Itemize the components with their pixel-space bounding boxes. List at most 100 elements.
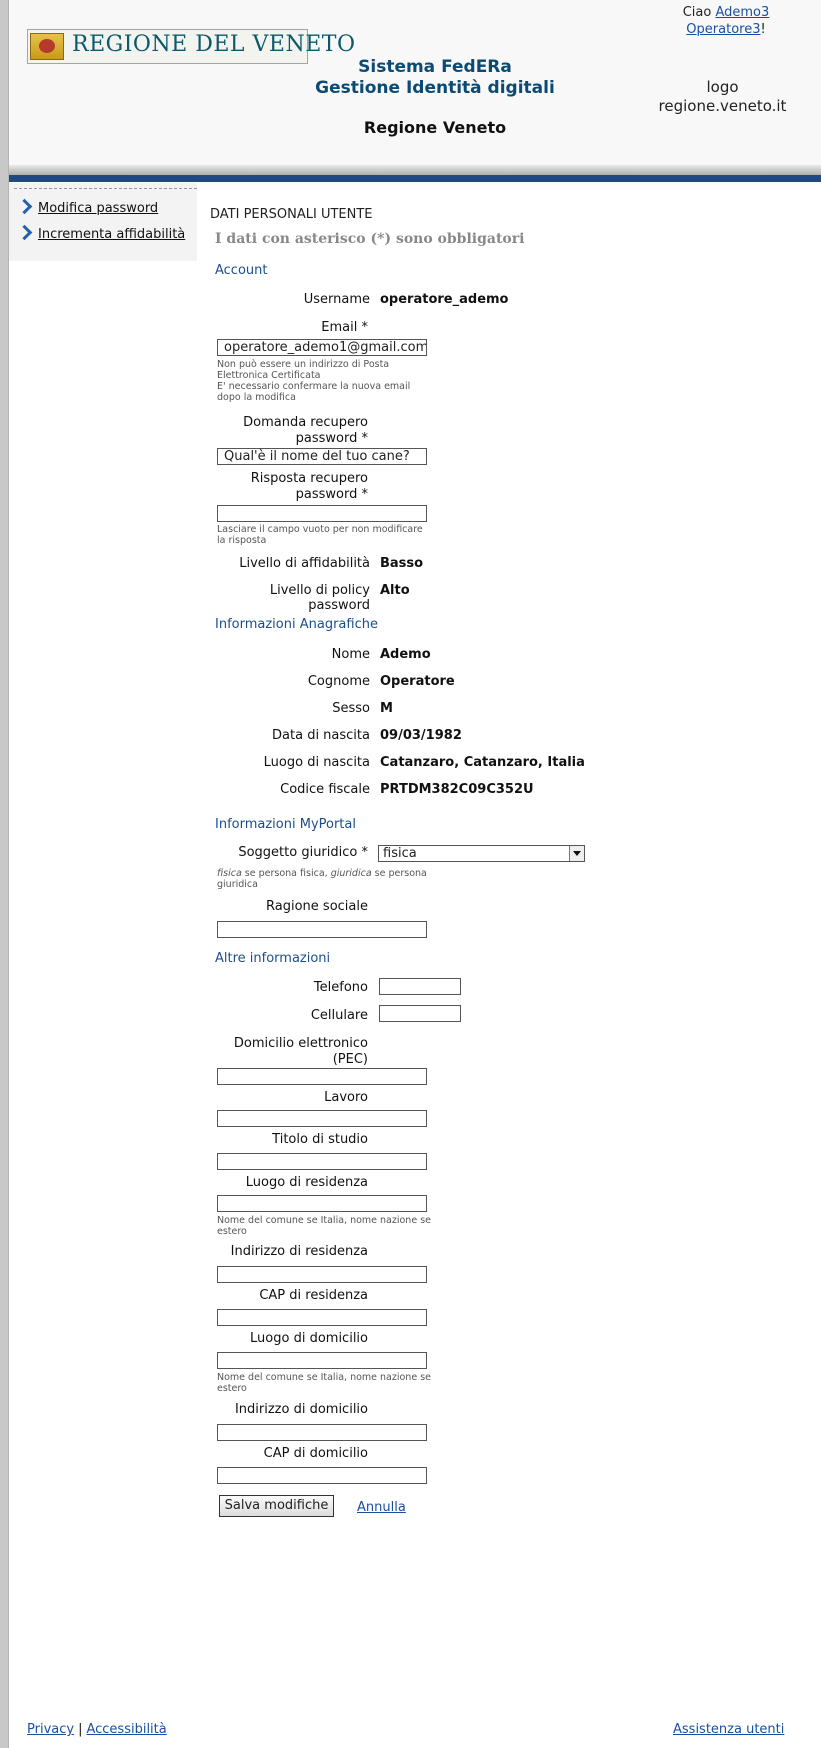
- study-title-label: Titolo di studio: [272, 1132, 368, 1147]
- domicile-address-label: Indirizzo di domicilio: [234, 1402, 368, 1417]
- security-question-label: Domanda recupero password *: [215, 415, 368, 447]
- mobile-label: Cellulare: [310, 1008, 368, 1023]
- form-heading: DATI PERSONALI UTENTE: [210, 207, 373, 222]
- sex-label: Sesso: [332, 701, 370, 716]
- hint-giuridica: giuridica: [330, 868, 372, 879]
- company-name-field[interactable]: [217, 921, 427, 938]
- company-name-label: Ragione sociale: [266, 899, 368, 914]
- site-logo-placeholder: logo regione.veneto.it: [625, 78, 820, 116]
- header-blue-bar: [9, 175, 821, 182]
- sidebar-item-incrementa-affidabilita[interactable]: Incrementa affidabilità: [16, 224, 185, 242]
- security-answer-hint: Lasciare il campo vuoto per non modifica…: [217, 524, 423, 546]
- last-name-label: Cognome: [307, 674, 370, 689]
- tax-code-value: PRTDM382C09C352U: [380, 782, 534, 797]
- left-frame-border: [0, 0, 8, 1748]
- residence-address-field[interactable]: [217, 1266, 427, 1283]
- section-other-info: Altre informazioni: [215, 951, 331, 966]
- sidebar: [9, 183, 197, 261]
- security-answer-label-line1: Risposta recupero: [250, 471, 368, 486]
- site-logo-line1: logo: [706, 78, 739, 96]
- pec-label-line2: (PEC): [332, 1052, 368, 1067]
- legal-subject-select[interactable]: fisica: [378, 845, 585, 862]
- system-title-line1: Sistema FedERa: [358, 57, 512, 77]
- cancel-link[interactable]: Annulla: [357, 1500, 406, 1515]
- residence-place-label: Luogo di residenza: [245, 1175, 368, 1190]
- security-question-label-line2: password *: [295, 431, 368, 446]
- section-registry: Informazioni Anagrafiche: [215, 617, 378, 632]
- email-hint-line2: E' necessario confermare la nuova email …: [217, 381, 411, 403]
- email-field[interactable]: operatore_ademo1@gmail.com: [217, 339, 427, 356]
- greeting-suffix: !: [760, 22, 766, 37]
- security-answer-label: Risposta recupero password *: [215, 471, 368, 503]
- birth-place-label: Luogo di nascita: [263, 755, 370, 770]
- residence-address-label: Indirizzo di residenza: [230, 1244, 368, 1259]
- user-greeting: Ciao Ademo3 Operatore3!: [676, 4, 776, 38]
- legal-subject-selected: fisica: [383, 846, 417, 861]
- logo-text: REGIONE DEL VENETO: [72, 32, 356, 57]
- domicile-place-hint: Nome del comune se Italia, nome nazione …: [217, 1372, 431, 1394]
- legal-subject-hint: fisica se persona fisica, giuridica se p…: [217, 868, 432, 890]
- hint-fisica: fisica: [217, 868, 242, 879]
- email-hint: Non può essere un indirizzo di Posta Ele…: [217, 359, 432, 403]
- header-gray-bar: [9, 165, 821, 175]
- tax-code-label: Codice fiscale: [280, 782, 370, 797]
- left-frame-line: [8, 0, 9, 1748]
- section-account: Account: [215, 263, 268, 278]
- domicile-address-field[interactable]: [217, 1424, 427, 1441]
- security-answer-label-line2: password *: [295, 487, 368, 502]
- sidebar-link[interactable]: Incrementa affidabilità: [38, 227, 185, 242]
- accessibility-link[interactable]: Accessibilità: [86, 1722, 166, 1737]
- username-value: operatore_ademo: [380, 292, 509, 307]
- support-link[interactable]: Assistenza utenti: [673, 1722, 784, 1737]
- required-note: I dati con asterisco (*) sono obbligator…: [215, 231, 525, 247]
- support-link-wrap: Assistenza utenti: [673, 1722, 784, 1737]
- password-policy-label: Livello di policy password: [269, 583, 370, 613]
- chevron-down-icon[interactable]: [569, 846, 584, 861]
- last-name-value: Operatore: [380, 674, 455, 689]
- pec-field[interactable]: [217, 1068, 427, 1085]
- site-logo-line2: regione.veneto.it: [658, 97, 787, 115]
- residence-cap-field[interactable]: [217, 1309, 427, 1326]
- first-name-label: Nome: [331, 647, 370, 662]
- job-label: Lavoro: [324, 1090, 368, 1105]
- hint-fisica-text: se persona fisica,: [241, 868, 331, 879]
- footer-links: Privacy | Accessibilità: [27, 1722, 167, 1737]
- birth-date-label: Data di nascita: [272, 728, 370, 743]
- phone-field[interactable]: [379, 978, 461, 995]
- email-hint-line1: Non può essere un indirizzo di Posta Ele…: [217, 359, 390, 381]
- save-button[interactable]: Salva modifiche: [219, 1495, 334, 1517]
- sidebar-divider: [14, 188, 197, 189]
- pec-label: Domicilio elettronico (PEC): [215, 1036, 368, 1068]
- phone-label: Telefono: [313, 980, 368, 995]
- arrow-icon: [16, 198, 33, 215]
- sidebar-item-modifica-password[interactable]: Modifica password: [16, 198, 158, 216]
- birth-date-value: 09/03/1982: [380, 728, 462, 743]
- system-title-line2: Gestione Identità digitali: [315, 78, 555, 98]
- residence-place-field[interactable]: [217, 1195, 427, 1212]
- user-last-name-link[interactable]: Operatore3: [686, 22, 760, 37]
- pec-label-line1: Domicilio elettronico: [233, 1036, 368, 1051]
- crest-icon: [30, 33, 64, 60]
- sidebar-link[interactable]: Modifica password: [38, 201, 158, 216]
- arrow-icon: [16, 224, 33, 241]
- domicile-cap-field[interactable]: [217, 1467, 427, 1484]
- username-label: Username: [303, 292, 370, 307]
- study-title-field[interactable]: [217, 1153, 427, 1170]
- birth-place-value: Catanzaro, Catanzaro, Italia: [380, 755, 585, 770]
- domicile-place-field[interactable]: [217, 1352, 427, 1369]
- job-field[interactable]: [217, 1110, 427, 1127]
- footer-separator: |: [78, 1722, 83, 1737]
- regione-veneto-logo[interactable]: REGIONE DEL VENETO: [27, 29, 355, 64]
- residence-place-hint: Nome del comune se Italia, nome nazione …: [217, 1215, 431, 1237]
- residence-cap-label: CAP di residenza: [259, 1288, 368, 1303]
- email-label: Email *: [321, 320, 368, 335]
- section-myportal: Informazioni MyPortal: [215, 817, 356, 832]
- security-question-field[interactable]: Qual'è il nome del tuo cane?: [217, 448, 427, 465]
- security-answer-field[interactable]: [217, 505, 427, 522]
- system-title: Sistema FedERa Gestione Identità digital…: [300, 57, 570, 99]
- security-question-label-line1: Domanda recupero: [243, 415, 368, 430]
- user-first-name-link[interactable]: Ademo3: [715, 5, 769, 20]
- mobile-field[interactable]: [379, 1005, 461, 1022]
- privacy-link[interactable]: Privacy: [27, 1722, 74, 1737]
- region-title: Regione Veneto: [363, 118, 507, 137]
